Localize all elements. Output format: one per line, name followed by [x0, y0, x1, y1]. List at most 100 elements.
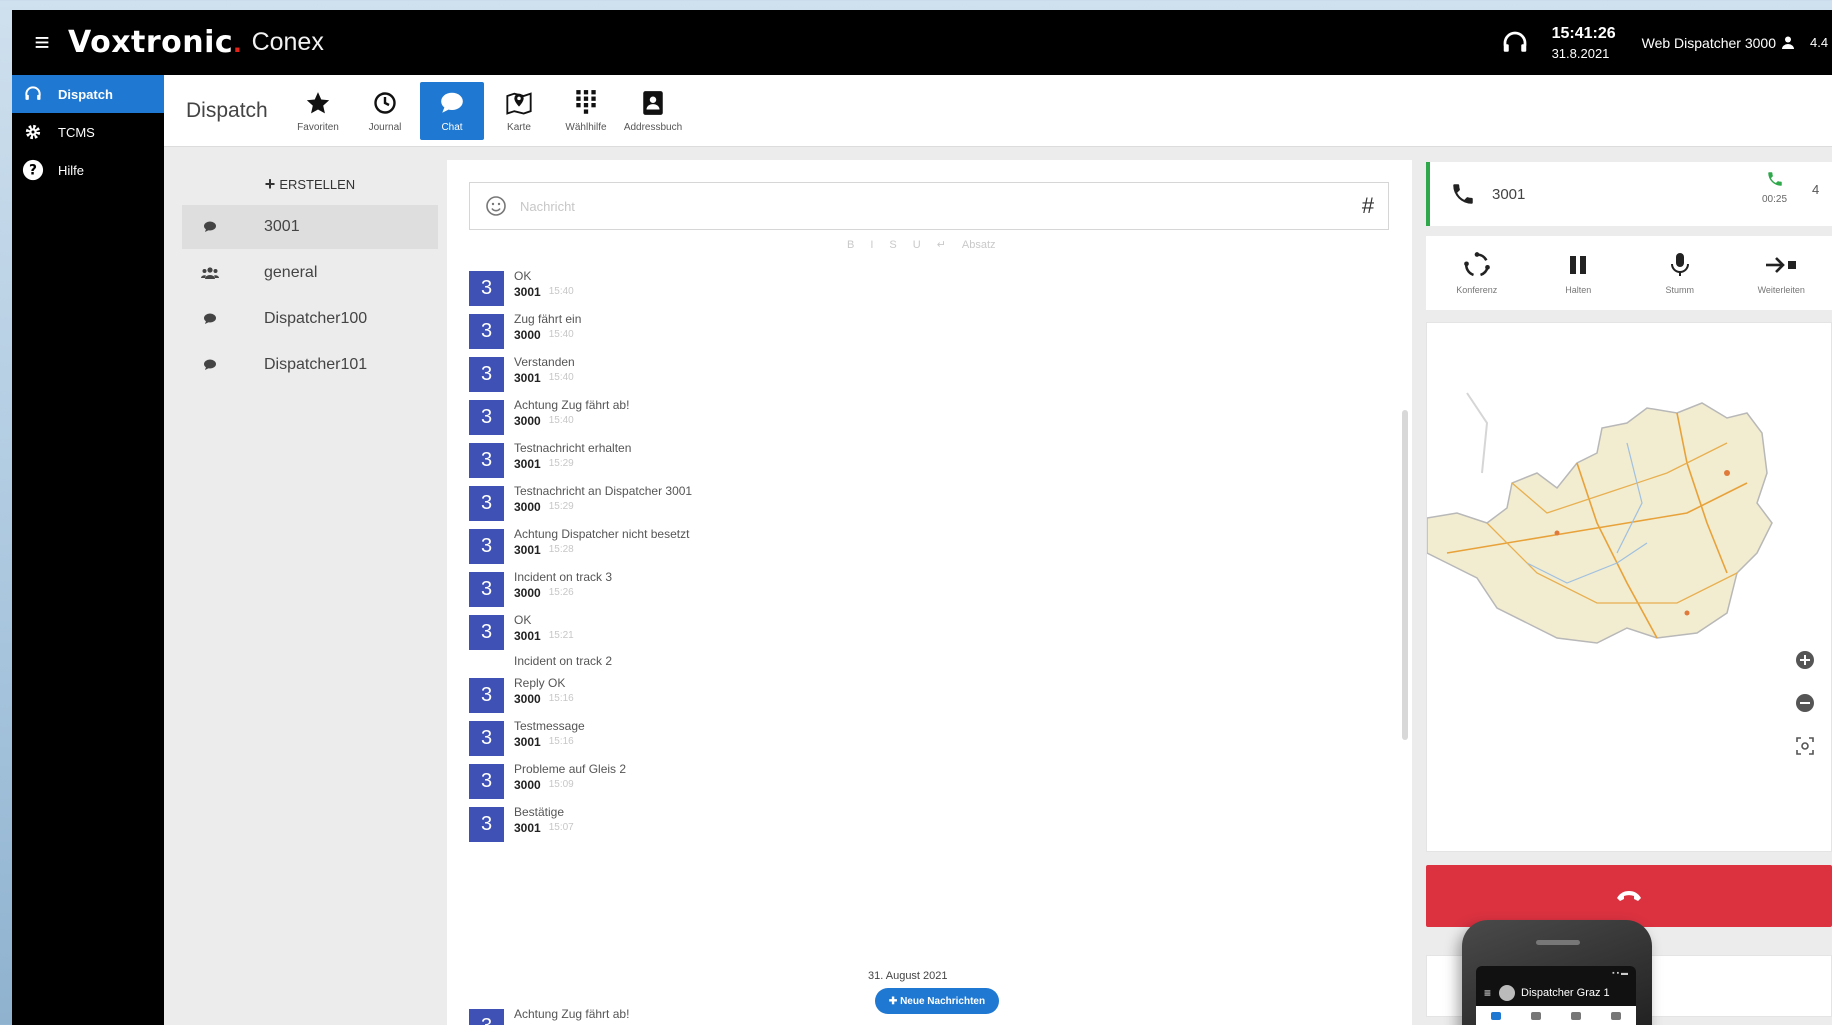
message-time: 15:40 — [548, 329, 574, 340]
headset-icon — [22, 83, 44, 105]
phone-tab-map-icon — [1571, 1012, 1581, 1020]
active-call-card[interactable]: 3001 00:25 4 — [1426, 162, 1832, 226]
sender-avatar[interactable]: 3 — [469, 314, 504, 349]
channel-item-3001[interactable]: 3001 — [182, 205, 438, 249]
phone-status-bar: ▪ ▪ ▬ — [1612, 969, 1628, 977]
top-bar-right: 15:41:26 31.8.2021 Web Dispatcher 3000 4… — [1500, 10, 1832, 75]
underline-icon[interactable]: U — [913, 239, 921, 251]
user-menu[interactable]: Web Dispatcher 3000 — [1642, 35, 1794, 51]
map-austria — [1427, 392, 1773, 644]
format-hint: Absatz — [961, 238, 996, 251]
call-duration: 00:25 — [1762, 194, 1788, 205]
forward-button[interactable]: Weiterleiten — [1741, 251, 1821, 295]
tool-label: Karte — [507, 121, 531, 133]
message-sender: 3000 — [514, 328, 541, 342]
hold-button[interactable]: Halten — [1538, 251, 1618, 295]
tool-favoriten[interactable]: Favoriten — [286, 82, 350, 140]
tool-waehlhilfe[interactable]: Wählhilfe — [554, 82, 618, 140]
message-sender: 3001 — [514, 821, 541, 835]
sender-avatar[interactable]: 3 — [469, 529, 504, 564]
message-time: 15:40 — [548, 286, 574, 297]
bold-icon[interactable]: B — [847, 239, 854, 251]
chat-panel: # B I S U ↵ Absatz 3 OK 3001 15:40 3 Zug … — [447, 160, 1412, 1025]
map-view[interactable] — [1426, 322, 1832, 852]
nav-item-hilfe[interactable]: ? Hilfe — [12, 151, 164, 189]
sender-avatar[interactable]: 3 — [469, 615, 504, 650]
sender-avatar[interactable]: 3 — [469, 357, 504, 392]
sender-avatar[interactable]: 3 — [469, 764, 504, 799]
tool-addressbuch[interactable]: Addressbuch — [621, 82, 685, 140]
chat-bubble-icon — [198, 221, 222, 233]
sender-avatar[interactable]: 3 — [469, 678, 504, 713]
locate-icon[interactable] — [1793, 734, 1817, 758]
sender-avatar[interactable]: 3 — [469, 807, 504, 842]
sender-avatar[interactable]: 3 — [469, 1009, 504, 1025]
message-input-box: # — [469, 182, 1389, 230]
zoom-out-icon[interactable] — [1793, 691, 1817, 715]
message-time: 15:40 — [548, 415, 574, 426]
new-messages-label: Neue Nachrichten — [900, 995, 986, 1007]
message-item: 3 Zug fährt ein 3000 15:40 — [469, 311, 581, 349]
channel-hash-button[interactable]: # — [1348, 193, 1388, 219]
format-toolbar: B I S U ↵ Absatz — [847, 238, 1012, 252]
sender-avatar[interactable]: 3 — [469, 400, 504, 435]
message-text: Achtung Zug fährt ab! — [514, 398, 630, 412]
message-sender: 3001 — [514, 629, 541, 643]
control-label: Konferenz — [1456, 285, 1498, 295]
chat-scrollbar[interactable] — [1402, 410, 1408, 740]
tool-label: Favoriten — [297, 121, 339, 133]
pause-icon — [1566, 251, 1590, 279]
tool-label: Addressbuch — [623, 121, 683, 133]
channel-label: Dispatcher100 — [264, 310, 368, 327]
sender-avatar[interactable]: 3 — [469, 721, 504, 756]
enter-icon[interactable]: ↵ — [937, 238, 946, 251]
channel-label: 3001 — [264, 218, 300, 235]
new-messages-button[interactable]: ✚ Neue Nachrichten — [875, 988, 999, 1014]
emoji-icon[interactable] — [484, 194, 508, 218]
zoom-in-icon[interactable] — [1793, 648, 1817, 672]
tool-journal[interactable]: Journal — [353, 82, 417, 140]
channel-label: Dispatcher101 — [264, 356, 368, 373]
sender-avatar[interactable]: 3 — [469, 486, 504, 521]
message-input[interactable] — [520, 198, 1348, 214]
hang-up-button[interactable] — [1426, 865, 1832, 927]
nav-item-dispatch[interactable]: Dispatch — [12, 75, 164, 113]
message-time: 15:40 — [548, 372, 574, 383]
headset-status-icon[interactable] — [1500, 28, 1530, 58]
hamburger-menu-icon[interactable]: ≡ — [22, 27, 62, 58]
phone-header: ≡ Dispatcher Graz 1 — [1476, 980, 1636, 1006]
map-pin-icon — [505, 89, 533, 117]
message-item: 3 Verstanden 3001 15:40 — [469, 354, 575, 392]
group-icon — [198, 267, 222, 279]
conference-button[interactable]: Konferenz — [1437, 251, 1517, 295]
sender-avatar[interactable]: 3 — [469, 572, 504, 607]
channel-list: + ERSTELLEN 3001 general Dispatcher100 D… — [182, 165, 438, 1025]
phone-speaker — [1536, 940, 1580, 945]
tool-chat[interactable]: Chat — [420, 81, 484, 140]
tool-karte[interactable]: Karte — [487, 82, 551, 140]
nav-item-tcms[interactable]: TCMS — [12, 113, 164, 151]
hang-up-icon — [1617, 891, 1641, 901]
message-time: 15:16 — [548, 693, 574, 704]
mute-button[interactable]: Stumm — [1640, 251, 1720, 295]
phone-avatar — [1499, 985, 1516, 1001]
mobile-phone-image: ▪ ▪ ▬ ≡ Dispatcher Graz 1 — [1462, 920, 1652, 1025]
message-item: 3 Testmessage 3001 15:16 — [469, 718, 585, 756]
sender-avatar[interactable]: 3 — [469, 443, 504, 478]
message-time: 15:09 — [548, 779, 574, 790]
message-item: 3 Bestätige 3001 15:07 — [469, 804, 574, 842]
channel-item-dispatcher101[interactable]: Dispatcher101 — [182, 343, 438, 387]
strike-icon[interactable]: S — [889, 239, 896, 251]
italic-icon[interactable]: I — [870, 239, 873, 251]
channel-item-dispatcher100[interactable]: Dispatcher100 — [182, 297, 438, 341]
create-channel-button[interactable]: + ERSTELLEN — [182, 165, 438, 203]
message-text: Achtung Zug fährt ab! — [514, 1007, 630, 1021]
microphone-icon — [1669, 251, 1691, 279]
channel-item-general[interactable]: general — [182, 251, 438, 295]
message-item: 3 Testnachricht an Dispatcher 3001 3000 1… — [469, 483, 692, 521]
phone-tabs — [1476, 1006, 1636, 1025]
message-text: Reply OK — [514, 676, 566, 690]
sender-avatar[interactable]: 3 — [469, 271, 504, 306]
nav-item-label: Dispatch — [58, 86, 113, 102]
message-item: 3 Achtung Dispatcher nicht besetzt 3001 1… — [469, 526, 689, 564]
